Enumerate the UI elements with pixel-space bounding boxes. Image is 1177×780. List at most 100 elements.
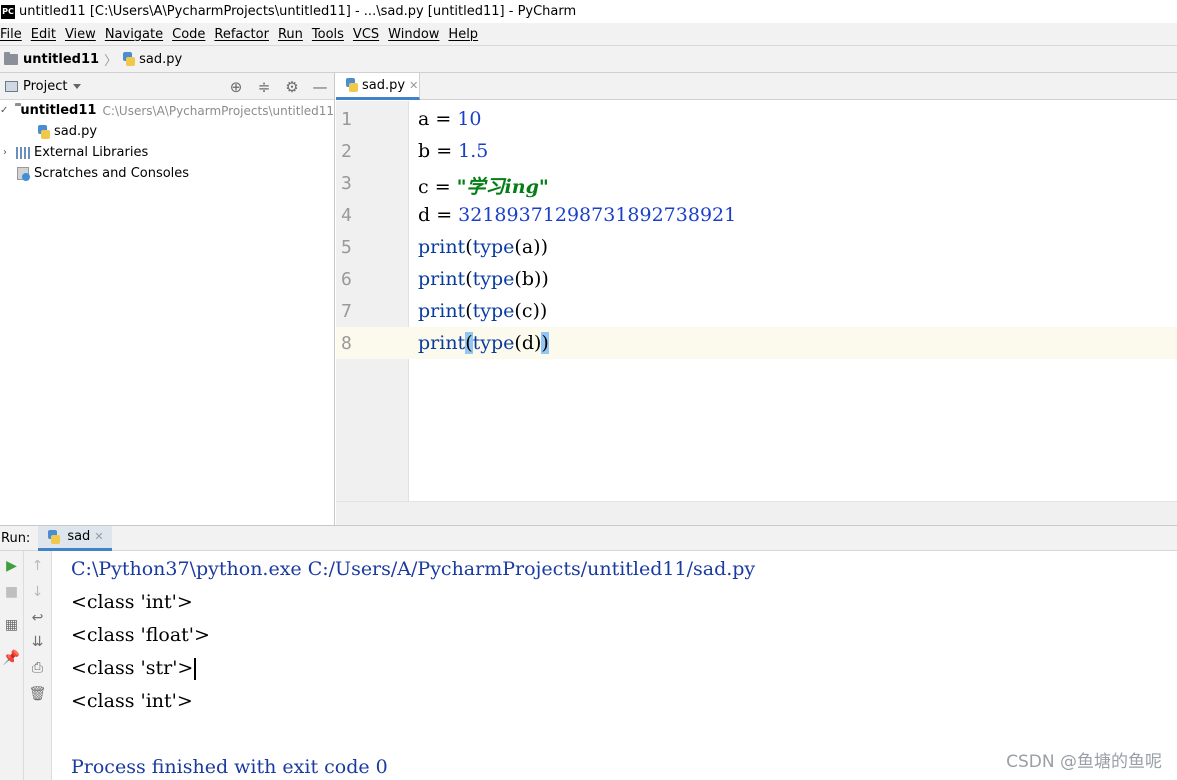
number-literal: 10 <box>457 108 482 130</box>
menu-view[interactable]: View <box>65 27 96 42</box>
operator: = <box>430 140 459 162</box>
tree-file-item[interactable]: sad.py <box>0 121 334 142</box>
menu-tools[interactable]: Tools <box>312 27 344 42</box>
console-output-line: <class 'int'> <box>71 690 193 712</box>
scroll-to-end-icon[interactable]: ⇊ <box>24 632 51 652</box>
stop-icon[interactable]: ■ <box>0 582 23 602</box>
console-output-line: <class 'str'> <box>71 657 197 680</box>
line-number-gutter: 1 2 3 4 5 6 7 8 <box>336 101 409 501</box>
editor-bottom-bar <box>336 501 1177 525</box>
python-file-icon <box>123 52 136 66</box>
menu-vcs[interactable]: VCS <box>353 27 379 42</box>
editor-tab-bar: sad.py ✕ <box>336 73 1177 100</box>
paren: ( <box>465 268 473 290</box>
soft-wrap-icon[interactable]: ↩ <box>24 608 51 628</box>
menu-window[interactable]: Window <box>388 27 439 42</box>
menu-edit[interactable]: Edit <box>31 27 56 42</box>
builtin-function: type <box>472 332 515 354</box>
line-number: 1 <box>341 109 352 130</box>
builtin-function: type <box>472 268 515 290</box>
close-icon[interactable]: ✕ <box>409 79 418 92</box>
number-literal: 1.5 <box>458 140 489 162</box>
code-line-8[interactable]: print(type(d)) <box>418 332 549 354</box>
trash-icon[interactable]: 🗑 <box>24 684 51 704</box>
folder-icon <box>4 51 18 65</box>
code-line-2[interactable]: b = 1.5 <box>418 140 488 162</box>
tree-external-libraries[interactable]: › External Libraries <box>0 142 334 163</box>
code-line-7[interactable]: print(type(c)) <box>418 300 547 322</box>
text-caret <box>194 658 197 680</box>
tree-root-path: C:\Users\A\PycharmProjects\untitled11 <box>102 103 335 118</box>
tree-root-name: untitled11 <box>20 103 97 118</box>
minimize-icon[interactable]: — <box>312 79 328 95</box>
code-line-4[interactable]: d = 32189371298731892738921 <box>418 204 736 226</box>
argument: (d) <box>514 332 542 354</box>
builtin-function: print <box>418 236 466 258</box>
arrow-up-icon[interactable]: ↑ <box>24 556 51 576</box>
tree-scratches[interactable]: Scratches and Consoles <box>0 163 334 184</box>
code-line-5[interactable]: print(type(a)) <box>418 236 548 258</box>
run-panel-header: Run: sad ✕ <box>0 525 1177 551</box>
paren: ( <box>465 236 473 258</box>
tab-sad-py[interactable]: sad.py ✕ <box>336 73 420 100</box>
operator: = <box>429 108 458 130</box>
python-icon <box>48 529 61 544</box>
builtin-function: type <box>472 300 515 322</box>
menu-run[interactable]: Run <box>278 27 303 42</box>
line-number: 5 <box>341 237 352 258</box>
locate-icon[interactable]: ⊕ <box>228 79 244 95</box>
project-panel: Project ⊕ ≑ ⚙ — ✓ untitled11 C:\Users\A\… <box>0 73 335 525</box>
line-number: 6 <box>341 269 352 290</box>
chevron-down-icon[interactable] <box>73 83 82 89</box>
paren: ) <box>541 268 549 290</box>
identifier: d <box>418 204 431 226</box>
print-icon[interactable]: ⎙ <box>24 658 51 678</box>
run-console[interactable]: C:\Python37\python.exe C:/Users/A/Pychar… <box>52 551 1177 780</box>
run-label: Run: <box>1 530 31 546</box>
breadcrumb-separator-icon: 〉 <box>104 53 118 69</box>
rerun-icon[interactable]: ▶ <box>0 556 23 576</box>
pycharm-logo-icon: PC <box>1 4 15 19</box>
run-tab-label: sad <box>67 529 91 544</box>
console-output-text: <class 'str'> <box>71 657 194 679</box>
breadcrumb-file[interactable]: sad.py <box>139 52 182 67</box>
builtin-function: print <box>418 332 466 354</box>
menu-help[interactable]: Help <box>448 27 478 42</box>
menu-code[interactable]: Code <box>172 27 205 42</box>
line-number: 3 <box>341 173 352 194</box>
breadcrumb: untitled11 〉 sad.py <box>0 45 1177 73</box>
tree-libraries-label: External Libraries <box>34 145 149 160</box>
run-toolbar-secondary: ↑ ↓ ↩ ⇊ ⎙ 🗑 <box>24 551 52 780</box>
line-number: 2 <box>341 141 352 162</box>
breadcrumb-project[interactable]: untitled11 <box>23 52 99 67</box>
matched-paren: ) <box>541 332 549 354</box>
watermark: CSDN @鱼塘的鱼呢 <box>1006 752 1162 772</box>
menu-navigate[interactable]: Navigate <box>105 27 163 42</box>
code-line-1[interactable]: a = 10 <box>418 108 482 130</box>
gear-icon[interactable]: ⚙ <box>284 79 300 95</box>
close-icon[interactable]: ✕ <box>94 530 103 543</box>
collapse-all-icon[interactable]: ≑ <box>256 79 272 95</box>
project-panel-title[interactable]: Project <box>23 79 67 94</box>
menu-refactor[interactable]: Refactor <box>214 27 269 42</box>
run-toolbar-primary: ▶ ■ ▦ 📌 <box>0 551 24 780</box>
expanded-arrow-icon[interactable]: ✓ <box>0 105 8 116</box>
tab-label: sad.py <box>362 77 406 93</box>
paren: ( <box>465 300 473 322</box>
identifier: b <box>418 140 431 162</box>
code-line-6[interactable]: print(type(b)) <box>418 268 549 290</box>
pin-icon[interactable]: 📌 <box>0 648 23 668</box>
identifier: a <box>418 108 430 130</box>
arrow-down-icon[interactable]: ↓ <box>24 582 51 602</box>
menu-file[interactable]: File <box>0 27 22 42</box>
tree-root[interactable]: ✓ untitled11 C:\Users\A\PycharmProjects\… <box>0 100 334 121</box>
layout-icon[interactable]: ▦ <box>0 615 23 635</box>
argument: (b) <box>514 268 542 290</box>
window-title: untitled11 [C:\Users\A\PycharmProjects\u… <box>19 4 577 19</box>
python-file-icon <box>346 78 358 92</box>
code-line-3[interactable]: c = "学习ing" <box>418 172 549 199</box>
collapsed-arrow-icon[interactable]: › <box>0 147 10 158</box>
run-tab-sad[interactable]: sad ✕ <box>38 525 112 551</box>
project-panel-header: Project ⊕ ≑ ⚙ — <box>0 73 334 100</box>
code-editor[interactable]: a = 10 b = 1.5 c = "学习ing" d = 321893712… <box>409 101 1177 501</box>
